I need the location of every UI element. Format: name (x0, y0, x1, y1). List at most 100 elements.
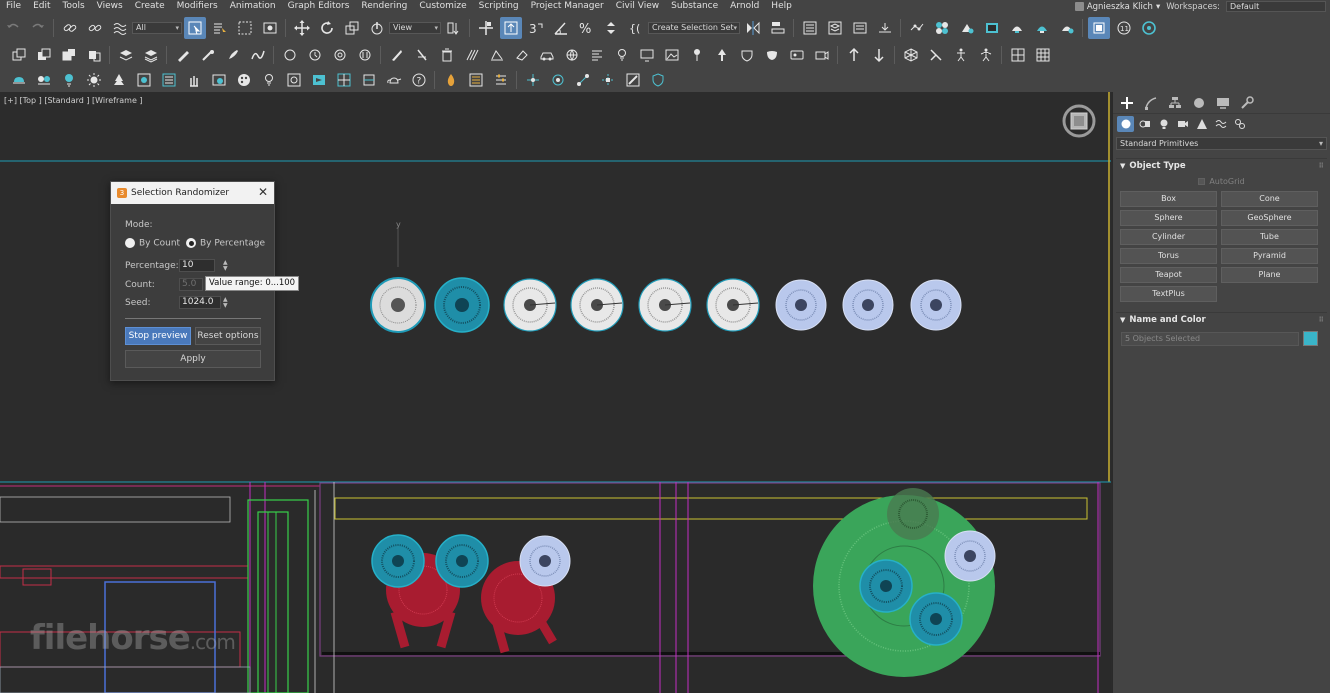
link-icon[interactable] (59, 17, 81, 39)
environment-icon[interactable] (208, 69, 230, 91)
disc-object-selected[interactable] (859, 559, 913, 613)
seed-field[interactable]: 1024.0 (179, 296, 221, 309)
layer-add-icon[interactable] (140, 44, 162, 66)
render-crop-icon[interactable] (358, 69, 380, 91)
menu-rendering[interactable]: Rendering (355, 0, 413, 13)
grid-icon[interactable] (1007, 44, 1029, 66)
menu-project-manager[interactable]: Project Manager (525, 0, 610, 13)
user-account-button[interactable]: Agnieszka Klich ▾ (1074, 2, 1160, 12)
hand-icon[interactable] (183, 69, 205, 91)
render-teapot-icon[interactable] (8, 69, 30, 91)
reset-options-button[interactable]: Reset options (195, 327, 261, 345)
select-manipulate-icon[interactable] (475, 17, 497, 39)
percentage-field[interactable]: 10 (179, 259, 215, 272)
disc-object[interactable] (775, 279, 827, 331)
workspace-toggle-icon[interactable] (1087, 16, 1110, 39)
cube-wire-icon[interactable] (900, 44, 922, 66)
render-frame-icon[interactable] (133, 69, 155, 91)
teapot-button[interactable]: Teapot (1120, 267, 1217, 283)
sun-icon[interactable] (83, 69, 105, 91)
percent-snap-icon[interactable]: % (575, 17, 597, 39)
disc-object-olive[interactable] (887, 488, 939, 540)
sphere-gizmo-icon[interactable] (279, 44, 301, 66)
apply-button[interactable]: Apply (125, 350, 261, 368)
viewport-label[interactable]: [+] [Top ] [Standard ] [Wireframe ] (4, 96, 143, 105)
trash-icon[interactable] (436, 44, 458, 66)
disc-object[interactable] (638, 278, 692, 332)
biped-icon[interactable] (950, 44, 972, 66)
menu-customize[interactable]: Customize (413, 0, 472, 13)
transform-gizmo-icon[interactable] (522, 69, 544, 91)
close-icon[interactable]: ✕ (258, 185, 268, 199)
lights-category-icon[interactable] (1155, 116, 1172, 132)
teapot-icon[interactable] (383, 69, 405, 91)
disc-object[interactable] (910, 279, 962, 331)
scene-explorer-icon[interactable] (799, 17, 821, 39)
display-tab-icon[interactable] (1213, 94, 1233, 112)
mirror-icon[interactable] (742, 17, 764, 39)
menu-create[interactable]: Create (129, 0, 171, 13)
render-setup-icon[interactable] (956, 17, 978, 39)
cone-button[interactable]: Cone (1221, 191, 1318, 207)
relax-icon[interactable] (486, 44, 508, 66)
layers-icon[interactable] (115, 44, 137, 66)
box-button[interactable]: Box (1120, 191, 1217, 207)
modify-tab-icon[interactable] (1141, 94, 1161, 112)
menu-edit[interactable]: Edit (27, 0, 56, 13)
menu-graph-editors[interactable]: Graph Editors (282, 0, 356, 13)
tree-icon[interactable] (108, 69, 130, 91)
mode-by-percentage-radio[interactable]: By Percentage (186, 238, 265, 249)
disc-object[interactable] (503, 278, 557, 332)
light-bulb-icon[interactable] (611, 44, 633, 66)
window-crossing-icon[interactable] (259, 17, 281, 39)
textplus-button[interactable]: TextPlus (1120, 286, 1217, 302)
menu-file[interactable]: File (0, 0, 27, 13)
workspace-select[interactable]: Default (1226, 1, 1326, 12)
mode-by-count-radio[interactable]: By Count (125, 238, 180, 249)
systems-category-icon[interactable] (1231, 116, 1248, 132)
clone-instance-icon[interactable] (33, 44, 55, 66)
material-editor-icon[interactable] (931, 17, 953, 39)
snap-point-icon[interactable] (597, 69, 619, 91)
edit-named-selection-icon[interactable]: {( (625, 17, 647, 39)
shield-icon[interactable] (647, 69, 669, 91)
undo-icon[interactable] (2, 17, 24, 39)
layer-explorer-icon[interactable] (824, 17, 846, 39)
orbit-icon[interactable] (547, 69, 569, 91)
toggle-ribbon-icon[interactable] (849, 17, 871, 39)
quick-slice-icon[interactable] (411, 44, 433, 66)
disc-object[interactable] (706, 278, 760, 332)
placement-icon[interactable] (366, 17, 388, 39)
menu-scripting[interactable]: Scripting (473, 0, 525, 13)
render-production-icon[interactable] (1006, 17, 1028, 39)
motion-tab-icon[interactable] (1189, 94, 1209, 112)
cameras-category-icon[interactable] (1174, 116, 1191, 132)
helpers-category-icon[interactable] (1193, 116, 1210, 132)
monitor-icon[interactable] (636, 44, 658, 66)
tube-button[interactable]: Tube (1221, 229, 1318, 245)
bulb-icon[interactable] (258, 69, 280, 91)
pin-icon[interactable] (686, 44, 708, 66)
object-category-dropdown[interactable]: Standard Primitives (1116, 137, 1327, 150)
character-icon[interactable] (975, 44, 997, 66)
move-icon[interactable] (291, 17, 313, 39)
plane-button[interactable]: Plane (1221, 267, 1318, 283)
align-left-icon[interactable] (586, 44, 608, 66)
pivot-icon[interactable] (572, 69, 594, 91)
object-name-field[interactable]: 5 Objects Selected (1121, 331, 1299, 346)
align-icon[interactable] (767, 17, 789, 39)
select-object-icon[interactable] (183, 16, 206, 39)
geometry-category-icon[interactable] (1117, 116, 1134, 132)
menu-animation[interactable]: Animation (224, 0, 282, 13)
render-grid-icon[interactable] (333, 69, 355, 91)
help-icon[interactable]: ? (408, 69, 430, 91)
keyboard-shortcut-override-icon[interactable] (499, 16, 522, 39)
torus-button[interactable]: Torus (1120, 248, 1217, 264)
vertex-paint-icon[interactable] (197, 44, 219, 66)
arrow-up-small-icon[interactable] (843, 44, 865, 66)
mask-icon[interactable] (761, 44, 783, 66)
disc-object[interactable] (370, 277, 426, 333)
stop-preview-button[interactable]: Stop preview (125, 327, 191, 345)
card-icon[interactable] (786, 44, 808, 66)
knife-icon[interactable] (386, 44, 408, 66)
